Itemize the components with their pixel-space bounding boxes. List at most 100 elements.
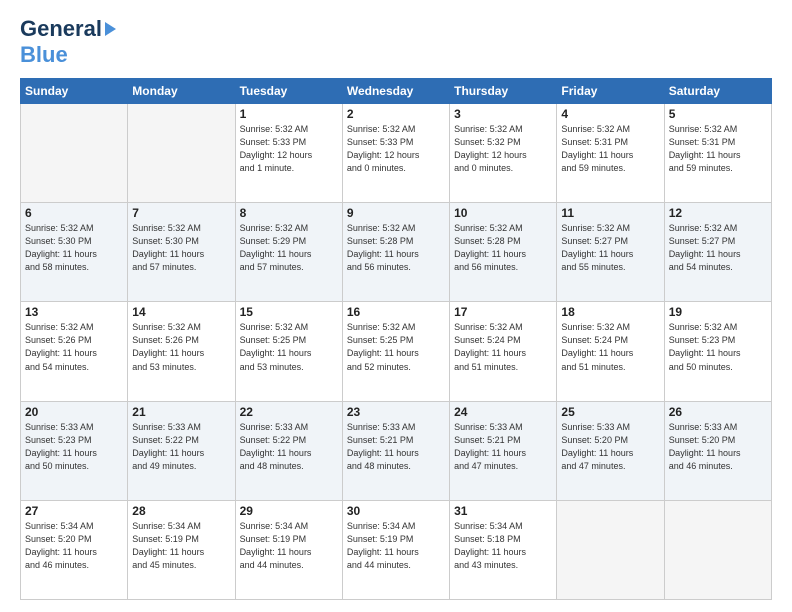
logo-arrow-icon (105, 22, 116, 36)
calendar-week-5: 27 Sunrise: 5:34 AM Sunset: 5:20 PM Dayli… (21, 500, 772, 599)
calendar-cell: 18Sunrise: 5:32 AM Sunset: 5:24 PM Dayli… (557, 302, 664, 401)
day-info: Sunrise: 5:32 AM Sunset: 5:26 PM Dayligh… (25, 321, 123, 373)
page: General Blue SundayMondayTuesdayWednesda… (0, 0, 792, 612)
weekday-header-row: SundayMondayTuesdayWednesdayThursdayFrid… (21, 79, 772, 104)
day-number: 10 (454, 206, 552, 220)
calendar-cell: 17Sunrise: 5:32 AM Sunset: 5:24 PM Dayli… (450, 302, 557, 401)
header: General Blue (20, 16, 772, 68)
day-info: Sunrise: 5:34 AM Sunset: 5:18 PM Dayligh… (454, 520, 552, 572)
day-info: Sunrise: 5:32 AM Sunset: 5:33 PM Dayligh… (240, 123, 338, 175)
calendar-cell (21, 104, 128, 203)
calendar-cell: 24 Sunrise: 5:33 AM Sunset: 5:21 PM Dayli… (450, 401, 557, 500)
calendar-cell: 31 Sunrise: 5:34 AM Sunset: 5:18 PM Dayli… (450, 500, 557, 599)
day-number: 15 (240, 305, 338, 319)
day-info: Sunrise: 5:32 AM Sunset: 5:29 PM Dayligh… (240, 222, 338, 274)
calendar-cell: 5Sunrise: 5:32 AM Sunset: 5:31 PM Daylig… (664, 104, 771, 203)
calendar-cell: 19Sunrise: 5:32 AM Sunset: 5:23 PM Dayli… (664, 302, 771, 401)
day-info: Sunrise: 5:32 AM Sunset: 5:24 PM Dayligh… (561, 321, 659, 373)
day-number: 12 (669, 206, 767, 220)
day-info: Sunrise: 5:33 AM Sunset: 5:22 PM Dayligh… (240, 421, 338, 473)
day-number: 8 (240, 206, 338, 220)
calendar-cell (664, 500, 771, 599)
calendar-cell: 26 Sunrise: 5:33 AM Sunset: 5:20 PM Dayli… (664, 401, 771, 500)
day-number: 9 (347, 206, 445, 220)
day-info: Sunrise: 5:33 AM Sunset: 5:21 PM Dayligh… (454, 421, 552, 473)
day-number: 30 (347, 504, 445, 518)
day-info: Sunrise: 5:32 AM Sunset: 5:24 PM Dayligh… (454, 321, 552, 373)
weekday-wednesday: Wednesday (342, 79, 449, 104)
calendar-cell: 8 Sunrise: 5:32 AM Sunset: 5:29 PM Daylig… (235, 203, 342, 302)
calendar-cell: 30Sunrise: 5:34 AM Sunset: 5:19 PM Dayli… (342, 500, 449, 599)
day-info: Sunrise: 5:32 AM Sunset: 5:30 PM Dayligh… (25, 222, 123, 274)
day-info: Sunrise: 5:32 AM Sunset: 5:25 PM Dayligh… (240, 321, 338, 373)
day-info: Sunrise: 5:32 AM Sunset: 5:27 PM Dayligh… (669, 222, 767, 274)
logo-general: General (20, 16, 102, 42)
day-number: 27 (25, 504, 123, 518)
day-number: 28 (132, 504, 230, 518)
weekday-saturday: Saturday (664, 79, 771, 104)
day-number: 16 (347, 305, 445, 319)
weekday-monday: Monday (128, 79, 235, 104)
calendar-cell: 15 Sunrise: 5:32 AM Sunset: 5:25 PM Dayli… (235, 302, 342, 401)
calendar-cell: 29Sunrise: 5:34 AM Sunset: 5:19 PM Dayli… (235, 500, 342, 599)
day-number: 26 (669, 405, 767, 419)
day-number: 22 (240, 405, 338, 419)
day-number: 31 (454, 504, 552, 518)
day-info: Sunrise: 5:32 AM Sunset: 5:32 PM Dayligh… (454, 123, 552, 175)
day-info: Sunrise: 5:32 AM Sunset: 5:26 PM Dayligh… (132, 321, 230, 373)
day-info: Sunrise: 5:33 AM Sunset: 5:23 PM Dayligh… (25, 421, 123, 473)
day-info: Sunrise: 5:33 AM Sunset: 5:22 PM Dayligh… (132, 421, 230, 473)
day-number: 21 (132, 405, 230, 419)
day-number: 2 (347, 107, 445, 121)
calendar-table: SundayMondayTuesdayWednesdayThursdayFrid… (20, 78, 772, 600)
day-number: 14 (132, 305, 230, 319)
day-number: 19 (669, 305, 767, 319)
day-number: 4 (561, 107, 659, 121)
day-number: 3 (454, 107, 552, 121)
day-number: 6 (25, 206, 123, 220)
day-info: Sunrise: 5:32 AM Sunset: 5:31 PM Dayligh… (561, 123, 659, 175)
day-number: 20 (25, 405, 123, 419)
calendar-cell: 12 Sunrise: 5:32 AM Sunset: 5:27 PM Dayli… (664, 203, 771, 302)
calendar-cell: 11 Sunrise: 5:32 AM Sunset: 5:27 PM Dayli… (557, 203, 664, 302)
day-info: Sunrise: 5:33 AM Sunset: 5:20 PM Dayligh… (669, 421, 767, 473)
day-info: Sunrise: 5:34 AM Sunset: 5:20 PM Dayligh… (25, 520, 123, 572)
calendar-cell: 3 Sunrise: 5:32 AM Sunset: 5:32 PM Daylig… (450, 104, 557, 203)
calendar-cell: 16Sunrise: 5:32 AM Sunset: 5:25 PM Dayli… (342, 302, 449, 401)
calendar-cell: 2Sunrise: 5:32 AM Sunset: 5:33 PM Daylig… (342, 104, 449, 203)
calendar-cell: 28 Sunrise: 5:34 AM Sunset: 5:19 PM Dayli… (128, 500, 235, 599)
day-info: Sunrise: 5:34 AM Sunset: 5:19 PM Dayligh… (240, 520, 338, 572)
day-number: 1 (240, 107, 338, 121)
day-info: Sunrise: 5:32 AM Sunset: 5:27 PM Dayligh… (561, 222, 659, 274)
day-number: 25 (561, 405, 659, 419)
calendar-cell: 1 Sunrise: 5:32 AM Sunset: 5:33 PM Daylig… (235, 104, 342, 203)
calendar-cell: 7Sunrise: 5:32 AM Sunset: 5:30 PM Daylig… (128, 203, 235, 302)
calendar-cell: 25 Sunrise: 5:33 AM Sunset: 5:20 PM Dayli… (557, 401, 664, 500)
day-info: Sunrise: 5:33 AM Sunset: 5:20 PM Dayligh… (561, 421, 659, 473)
calendar-cell: 6 Sunrise: 5:32 AM Sunset: 5:30 PM Daylig… (21, 203, 128, 302)
logo: General Blue (20, 16, 116, 68)
calendar-cell: 21 Sunrise: 5:33 AM Sunset: 5:22 PM Dayli… (128, 401, 235, 500)
day-number: 13 (25, 305, 123, 319)
day-info: Sunrise: 5:32 AM Sunset: 5:28 PM Dayligh… (347, 222, 445, 274)
calendar-cell: 10 Sunrise: 5:32 AM Sunset: 5:28 PM Dayli… (450, 203, 557, 302)
calendar-cell: 13 Sunrise: 5:32 AM Sunset: 5:26 PM Dayli… (21, 302, 128, 401)
day-info: Sunrise: 5:34 AM Sunset: 5:19 PM Dayligh… (132, 520, 230, 572)
day-number: 24 (454, 405, 552, 419)
weekday-tuesday: Tuesday (235, 79, 342, 104)
weekday-friday: Friday (557, 79, 664, 104)
calendar-cell: 4 Sunrise: 5:32 AM Sunset: 5:31 PM Daylig… (557, 104, 664, 203)
day-number: 7 (132, 206, 230, 220)
calendar-cell: 20 Sunrise: 5:33 AM Sunset: 5:23 PM Dayli… (21, 401, 128, 500)
calendar-week-3: 13 Sunrise: 5:32 AM Sunset: 5:26 PM Dayli… (21, 302, 772, 401)
calendar-cell: 22 Sunrise: 5:33 AM Sunset: 5:22 PM Dayli… (235, 401, 342, 500)
calendar-cell (557, 500, 664, 599)
calendar-week-4: 20 Sunrise: 5:33 AM Sunset: 5:23 PM Dayli… (21, 401, 772, 500)
day-number: 11 (561, 206, 659, 220)
day-info: Sunrise: 5:32 AM Sunset: 5:28 PM Dayligh… (454, 222, 552, 274)
weekday-thursday: Thursday (450, 79, 557, 104)
day-number: 5 (669, 107, 767, 121)
calendar-cell (128, 104, 235, 203)
day-number: 23 (347, 405, 445, 419)
calendar-week-1: 1 Sunrise: 5:32 AM Sunset: 5:33 PM Daylig… (21, 104, 772, 203)
